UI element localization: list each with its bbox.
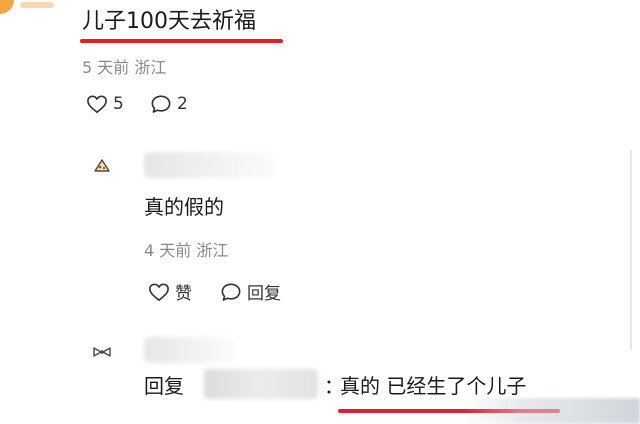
avatar-icon[interactable] — [92, 343, 112, 361]
corner-avatar — [0, 0, 14, 14]
comment-like-label: 赞 — [175, 284, 192, 304]
avatar-icon[interactable] — [92, 157, 112, 175]
post-like-button[interactable]: 5 — [86, 94, 124, 114]
comment-text: 真的假的 — [144, 195, 224, 219]
reply-text: 真的 已经生了个儿子 — [340, 374, 527, 398]
title-highlight-underline — [80, 39, 283, 43]
comment-reply-button[interactable]: 回复 — [220, 279, 281, 304]
commenter-name-blurred — [144, 337, 234, 363]
watermark — [462, 398, 640, 424]
post-comment-button[interactable]: 2 — [150, 94, 188, 114]
commenter-name-blurred — [144, 152, 274, 178]
heart-icon — [86, 94, 108, 114]
heart-icon — [148, 282, 170, 302]
post-like-count: 5 — [113, 94, 124, 114]
scrollbar-track[interactable] — [630, 150, 632, 350]
comment-thread-page: 儿子100天去祈福 5 天前 浙江 5 2 真的假的 4 天前 浙江 赞 回复 … — [0, 0, 640, 424]
comment-bubble-icon — [150, 94, 172, 114]
corner-logo-mark — [20, 2, 54, 8]
comment-bubble-icon — [220, 282, 242, 302]
post-meta: 5 天前 浙江 — [82, 58, 167, 77]
reply-target-blurred — [204, 369, 318, 399]
reply-prefix: 回复 — [144, 374, 184, 398]
comment-reply-label: 回复 — [247, 284, 281, 304]
post-title: 儿子100天去祈福 — [82, 9, 256, 34]
comment-like-button[interactable]: 赞 — [148, 279, 192, 304]
comment-meta: 4 天前 浙江 — [144, 241, 229, 260]
post-comment-count: 2 — [177, 94, 188, 114]
